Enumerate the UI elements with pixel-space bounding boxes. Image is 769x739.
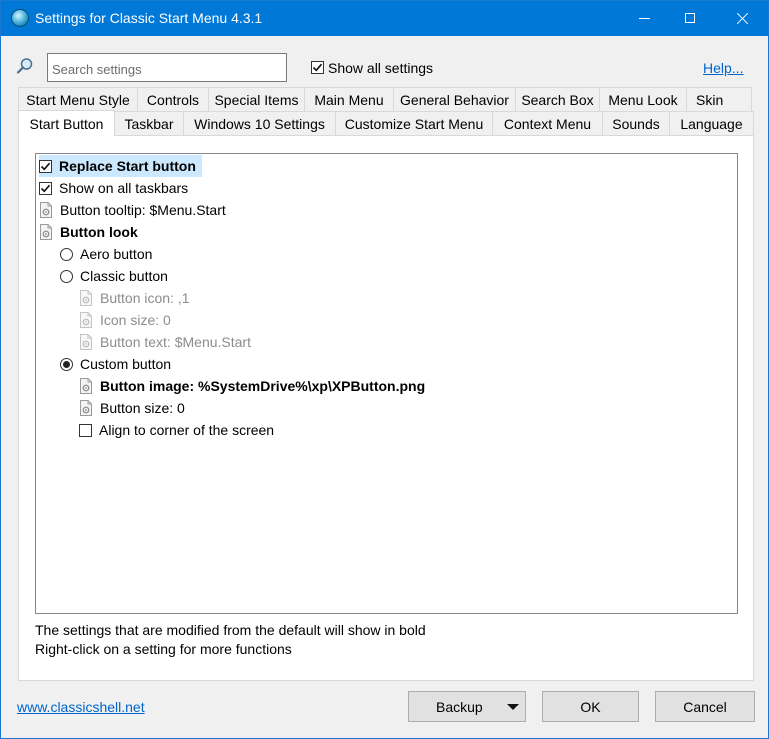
tab-windows-10-settings[interactable]: Windows 10 Settings <box>183 111 336 135</box>
ok-button[interactable]: OK <box>542 691 639 722</box>
search-input[interactable] <box>47 53 287 82</box>
setting-custom-button[interactable]: Custom button <box>60 353 171 375</box>
setting-label: Replace Start button <box>59 158 196 174</box>
setting-label: Classic button <box>80 268 168 284</box>
tab-sounds[interactable]: Sounds <box>602 111 670 135</box>
classic-shell-icon <box>11 9 29 27</box>
custom-button-radio[interactable] <box>60 357 73 371</box>
setting-show-on-all-taskbars[interactable]: Show on all taskbars <box>39 177 188 199</box>
tab-skin[interactable]: Skin <box>686 87 752 111</box>
setting-icon-size[interactable]: Icon size: 0 <box>79 309 171 331</box>
setting-button-icon[interactable]: Button icon: ,1 <box>79 287 190 309</box>
maximize-icon <box>685 13 695 23</box>
setting-classic-button[interactable]: Classic button <box>60 265 168 287</box>
tab-taskbar[interactable]: Taskbar <box>114 111 184 135</box>
align-to-corner-checkbox[interactable] <box>79 423 92 437</box>
hint-bold-modified: The settings that are modified from the … <box>35 622 426 638</box>
setting-button-look[interactable]: Button look <box>39 221 138 243</box>
show-all-settings-checkbox[interactable] <box>311 61 324 74</box>
close-button[interactable] <box>719 1 765 35</box>
close-icon <box>736 12 749 25</box>
maximize-button[interactable] <box>667 1 713 35</box>
tab-special-items[interactable]: Special Items <box>208 87 305 111</box>
settings-document-icon <box>79 378 93 394</box>
tab-context-menu[interactable]: Context Menu <box>492 111 603 135</box>
replace-start-button-checkbox[interactable] <box>39 159 52 173</box>
setting-button-text[interactable]: Button text: $Menu.Start <box>79 331 251 353</box>
radio-selected-dot <box>63 360 70 368</box>
setting-button-size[interactable]: Button size: 0 <box>79 397 185 419</box>
chevron-down-icon <box>507 703 519 710</box>
backup-dropdown-arrow[interactable] <box>501 692 525 721</box>
show-all-settings-label[interactable]: Show all settings <box>328 60 433 76</box>
settings-document-icon <box>79 290 93 306</box>
setting-aero-button[interactable]: Aero button <box>60 243 152 265</box>
setting-label: Show on all taskbars <box>59 180 189 196</box>
cancel-button[interactable]: Cancel <box>655 691 755 722</box>
setting-label: Button image: %SystemDrive%\xp\XPButton.… <box>100 378 426 394</box>
tab-language[interactable]: Language <box>669 111 754 135</box>
setting-button-image[interactable]: Button image: %SystemDrive%\xp\XPButton.… <box>79 375 425 397</box>
setting-align-to-corner[interactable]: Align to corner of the screen <box>79 419 274 441</box>
setting-label: Custom button <box>80 356 172 372</box>
website-link[interactable]: www.classicshell.net <box>17 699 145 715</box>
setting-replace-start-button[interactable]: Replace Start button <box>39 155 202 177</box>
setting-label: Button icon: ,1 <box>100 290 190 306</box>
settings-window: Settings for Classic Start Menu 4.3.1 Sh… <box>0 0 769 739</box>
settings-document-icon <box>79 312 93 328</box>
title-bar[interactable]: Settings for Classic Start Menu 4.3.1 <box>1 1 768 36</box>
backup-button[interactable]: Backup <box>408 691 526 722</box>
minimize-button[interactable] <box>621 1 667 35</box>
help-link[interactable]: Help... <box>703 60 743 76</box>
settings-document-icon <box>79 334 93 350</box>
tab-customize-start-menu[interactable]: Customize Start Menu <box>335 111 493 135</box>
setting-label: Button size: 0 <box>100 400 185 416</box>
show-on-all-taskbars-checkbox[interactable] <box>39 181 52 195</box>
minimize-icon <box>638 17 650 19</box>
setting-label: Button look <box>60 224 138 240</box>
hint-right-click: Right-click on a setting for more functi… <box>35 641 292 657</box>
backup-button-label: Backup <box>436 698 483 715</box>
setting-button-tooltip[interactable]: Button tooltip: $Menu.Start <box>39 199 226 221</box>
tab-main-menu[interactable]: Main Menu <box>304 87 394 111</box>
tab-general-behavior[interactable]: General Behavior <box>393 87 516 111</box>
settings-document-icon <box>39 202 53 218</box>
tab-controls[interactable]: Controls <box>137 87 209 111</box>
aero-button-radio[interactable] <box>60 247 73 261</box>
setting-label: Aero button <box>80 246 153 262</box>
tab-start-menu-style[interactable]: Start Menu Style <box>18 87 138 111</box>
settings-tree[interactable]: Replace Start button Show on all taskbar… <box>35 153 738 614</box>
settings-document-icon <box>79 400 93 416</box>
tab-search-box[interactable]: Search Box <box>515 87 600 111</box>
setting-label: Icon size: 0 <box>100 312 171 328</box>
setting-label: Align to corner of the screen <box>99 422 275 438</box>
tab-start-button[interactable]: Start Button <box>18 110 115 136</box>
setting-label: Button text: $Menu.Start <box>100 334 251 350</box>
search-icon <box>16 57 34 75</box>
tab-menu-look[interactable]: Menu Look <box>599 87 687 111</box>
window-title: Settings for Classic Start Menu 4.3.1 <box>35 10 263 26</box>
setting-label: Button tooltip: $Menu.Start <box>60 202 226 218</box>
settings-document-icon <box>39 224 53 240</box>
classic-button-radio[interactable] <box>60 269 73 283</box>
